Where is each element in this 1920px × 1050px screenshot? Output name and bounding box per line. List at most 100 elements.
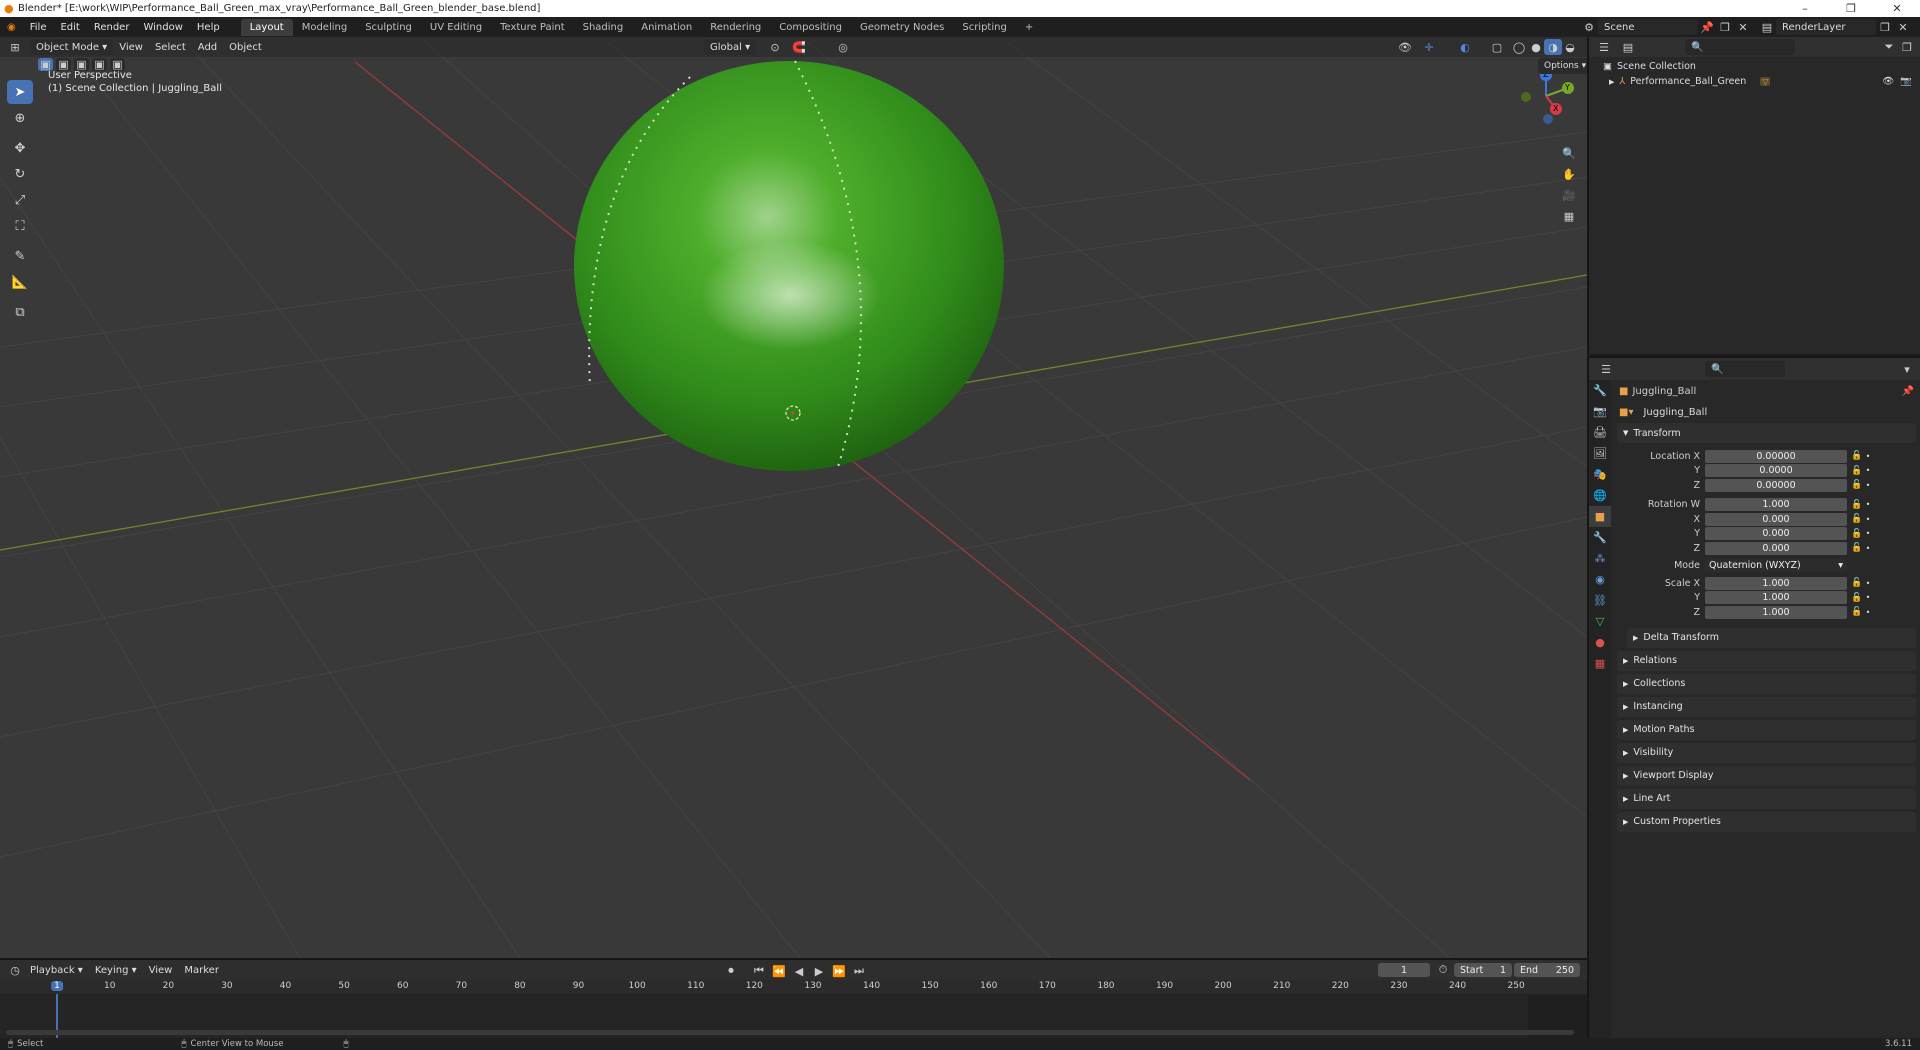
- keying-menu[interactable]: Keying ▾: [89, 965, 143, 976]
- select-box-tool-icon[interactable]: ➤: [7, 80, 33, 104]
- lock-icon[interactable]: 🔓: [1850, 466, 1864, 476]
- object-name-label[interactable]: Juggling_Ball: [1632, 386, 1696, 397]
- jump-start-icon[interactable]: ⏮: [750, 963, 768, 979]
- menu-select[interactable]: Select: [149, 42, 192, 53]
- tab-geometry-nodes[interactable]: Geometry Nodes: [851, 19, 953, 36]
- scene-icon[interactable]: ⚙: [1580, 19, 1598, 35]
- rotation-z-field[interactable]: 0.000: [1705, 541, 1847, 555]
- new-layer-icon[interactable]: ❐: [1876, 19, 1894, 35]
- annotate-tool-icon[interactable]: ✎: [7, 244, 33, 268]
- constraints-tab-icon[interactable]: ⛓: [1589, 590, 1611, 611]
- keyframe-dot-icon[interactable]: •: [1864, 481, 1872, 490]
- data-tab-icon[interactable]: ▽: [1589, 611, 1611, 632]
- current-frame-field[interactable]: 1: [1378, 963, 1430, 977]
- view-layer-icon[interactable]: ▤: [1758, 19, 1776, 35]
- scale-x-field[interactable]: 1.000: [1705, 576, 1847, 590]
- navigation-gizmo[interactable]: Z Y X: [1518, 67, 1578, 127]
- lock-icon[interactable]: 🔓: [1850, 480, 1864, 490]
- gizmo-toggle-icon[interactable]: ✛: [1420, 39, 1438, 55]
- menu-edit[interactable]: Edit: [53, 22, 86, 33]
- tab-sculpting[interactable]: Sculpting: [356, 19, 421, 36]
- rotation-y-field[interactable]: 0.000: [1705, 527, 1847, 541]
- delta-transform-header[interactable]: ▶ Delta Transform: [1627, 627, 1916, 648]
- tool-tab-icon[interactable]: 🔧: [1589, 380, 1611, 401]
- location-y-field[interactable]: 0.0000: [1705, 464, 1847, 478]
- lock-icon[interactable]: 🔓: [1850, 543, 1864, 553]
- add-cube-tool-icon[interactable]: ⧉: [7, 300, 33, 324]
- visibility-icon[interactable]: 👁: [1396, 39, 1414, 55]
- select-invert-icon[interactable]: ▣: [92, 58, 107, 71]
- next-keyframe-icon[interactable]: ⏩: [830, 963, 848, 979]
- rotate-tool-icon[interactable]: ↻: [7, 162, 33, 186]
- display-mode-icon[interactable]: ▤: [1619, 39, 1637, 55]
- view-layer-tab-icon[interactable]: 🖼: [1589, 443, 1611, 464]
- tab-compositing[interactable]: Compositing: [770, 19, 851, 36]
- pin-icon[interactable]: 📌: [1902, 386, 1914, 397]
- blender-menu-icon[interactable]: ◉: [0, 22, 23, 33]
- menu-add[interactable]: Add: [192, 42, 223, 53]
- keyframe-dot-icon[interactable]: •: [1864, 608, 1872, 617]
- object-name-field[interactable]: Juggling_Ball: [1637, 404, 1916, 420]
- tab-texture-paint[interactable]: Texture Paint: [491, 19, 574, 36]
- render-camera-icon[interactable]: 📷: [1900, 76, 1912, 87]
- object-browse-icon[interactable]: ■▾: [1619, 407, 1633, 418]
- properties-editor-icon[interactable]: ☰: [1597, 361, 1615, 377]
- keyframe-dot-icon[interactable]: •: [1864, 544, 1872, 553]
- line-art-panel-header[interactable]: ▶ Line Art: [1617, 788, 1916, 809]
- maximize-button[interactable]: ❐: [1828, 2, 1874, 15]
- measure-tool-icon[interactable]: 📐: [7, 270, 33, 294]
- material-tab-icon[interactable]: ●: [1589, 632, 1611, 653]
- pan-hand-icon[interactable]: ✋: [1560, 166, 1578, 182]
- xray-icon[interactable]: ▢: [1488, 39, 1506, 55]
- lock-icon[interactable]: 🔓: [1850, 529, 1864, 539]
- keyframe-dot-icon[interactable]: •: [1864, 579, 1872, 588]
- keyframe-dot-icon[interactable]: •: [1864, 466, 1872, 475]
- rotation-mode-dropdown[interactable]: Quaternion (WXYZ) ▾: [1705, 559, 1847, 573]
- hide-eye-icon[interactable]: 👁: [1882, 76, 1894, 87]
- snap-icon[interactable]: 🧲: [790, 39, 808, 55]
- visibility-panel-header[interactable]: ▶ Visibility: [1617, 742, 1916, 763]
- play-icon[interactable]: ▶: [810, 963, 828, 979]
- pin-scene-icon[interactable]: 📌: [1698, 19, 1716, 35]
- tab-shading[interactable]: Shading: [574, 19, 633, 36]
- lock-icon[interactable]: 🔓: [1850, 514, 1864, 524]
- texture-tab-icon[interactable]: ▦: [1589, 653, 1611, 674]
- 3d-viewport[interactable]: User Perspective (1) Scene Collection | …: [0, 37, 1587, 958]
- proportional-edit-icon[interactable]: ◎: [834, 39, 852, 55]
- modifier-tab-icon[interactable]: 🔧: [1589, 527, 1611, 548]
- outliner-editor-icon[interactable]: ☰: [1595, 39, 1613, 55]
- scale-z-field[interactable]: 1.000: [1705, 605, 1847, 619]
- tab-animation[interactable]: Animation: [632, 19, 701, 36]
- tab-uv-editing[interactable]: UV Editing: [421, 19, 491, 36]
- location-z-field[interactable]: 0.00000: [1705, 478, 1847, 492]
- properties-options-icon[interactable]: ▾: [1898, 361, 1916, 377]
- jump-end-icon[interactable]: ⏭: [850, 963, 868, 979]
- scene-tab-icon[interactable]: 🎭: [1589, 464, 1611, 485]
- timeline-area[interactable]: [0, 994, 1587, 1038]
- orientation-dropdown[interactable]: Global ▾: [704, 39, 757, 55]
- menu-window[interactable]: Window: [136, 22, 189, 33]
- select-subtract-icon[interactable]: ▣: [74, 58, 89, 71]
- menu-help[interactable]: Help: [190, 22, 227, 33]
- tab-layout[interactable]: Layout: [240, 18, 293, 36]
- editor-type-icon[interactable]: ⊞: [6, 39, 24, 55]
- world-tab-icon[interactable]: 🌐: [1589, 485, 1611, 506]
- transform-tool-icon[interactable]: ⛶: [7, 214, 33, 238]
- move-tool-icon[interactable]: ✥: [7, 136, 33, 160]
- transform-panel-header[interactable]: ▼ Transform: [1617, 423, 1916, 443]
- expand-arrow-icon[interactable]: ▶: [1609, 78, 1614, 86]
- preview-range-icon[interactable]: ⏱: [1434, 962, 1452, 978]
- rotation-w-field[interactable]: 1.000: [1705, 498, 1847, 512]
- select-new-icon[interactable]: ▣: [38, 58, 53, 71]
- new-scene-icon[interactable]: ❐: [1716, 19, 1734, 35]
- keyframe-dot-icon[interactable]: •: [1864, 452, 1872, 461]
- wireframe-shading-icon[interactable]: ◯: [1510, 39, 1528, 55]
- custom-properties-panel-header[interactable]: ▶ Custom Properties: [1617, 811, 1916, 832]
- filter-icon[interactable]: ⏷: [1880, 39, 1898, 55]
- outliner-row-scene-collection[interactable]: ▣ Scene Collection: [1589, 59, 1920, 74]
- playback-menu[interactable]: Playback ▾: [24, 965, 89, 976]
- delete-scene-icon[interactable]: ✕: [1734, 19, 1752, 35]
- minimize-button[interactable]: –: [1782, 2, 1828, 15]
- keyframe-dot-icon[interactable]: •: [1864, 593, 1872, 602]
- delete-layer-icon[interactable]: ✕: [1894, 19, 1912, 35]
